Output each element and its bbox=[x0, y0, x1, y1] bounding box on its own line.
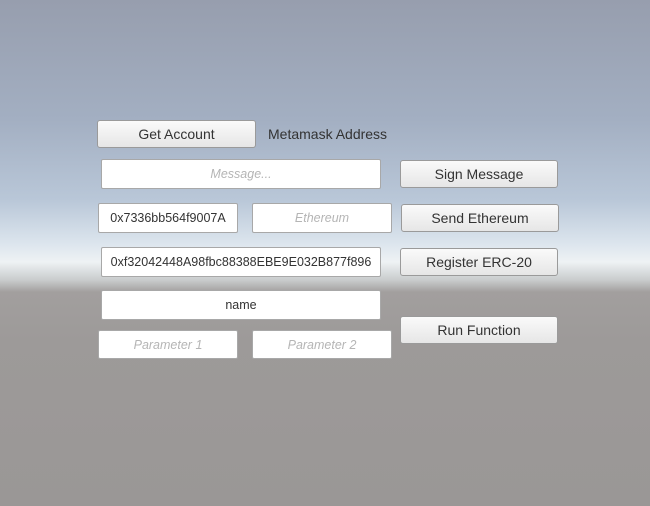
send-ethereum-button[interactable]: Send Ethereum bbox=[401, 204, 559, 232]
message-placeholder: Message... bbox=[210, 167, 272, 181]
parameter1-placeholder: Parameter 1 bbox=[133, 337, 203, 352]
parameter1-input[interactable]: Parameter 1 bbox=[98, 330, 238, 359]
parameter2-placeholder: Parameter 2 bbox=[287, 337, 357, 352]
sign-message-button[interactable]: Sign Message bbox=[400, 160, 558, 188]
ethereum-amount-input[interactable]: Ethereum bbox=[252, 203, 392, 233]
run-function-button[interactable]: Run Function bbox=[400, 316, 558, 344]
message-input[interactable]: Message... bbox=[101, 159, 381, 189]
ethereum-placeholder: Ethereum bbox=[294, 211, 350, 225]
function-name-value: name bbox=[225, 298, 257, 312]
get-account-button[interactable]: Get Account bbox=[97, 120, 256, 148]
function-name-input[interactable]: name bbox=[101, 290, 381, 320]
contract-address-input[interactable]: 0xf32042448A98fbc88388EBE9E032B877f896 bbox=[101, 247, 381, 277]
to-address-value: 0x7336bb564f9007A bbox=[110, 211, 226, 225]
contract-address-value: 0xf32042448A98fbc88388EBE9E032B877f896 bbox=[110, 255, 372, 269]
parameter2-input[interactable]: Parameter 2 bbox=[252, 330, 392, 359]
metamask-address-label: Metamask Address bbox=[268, 126, 388, 142]
to-address-input[interactable]: 0x7336bb564f9007A bbox=[98, 203, 238, 233]
register-erc20-button[interactable]: Register ERC-20 bbox=[400, 248, 558, 276]
